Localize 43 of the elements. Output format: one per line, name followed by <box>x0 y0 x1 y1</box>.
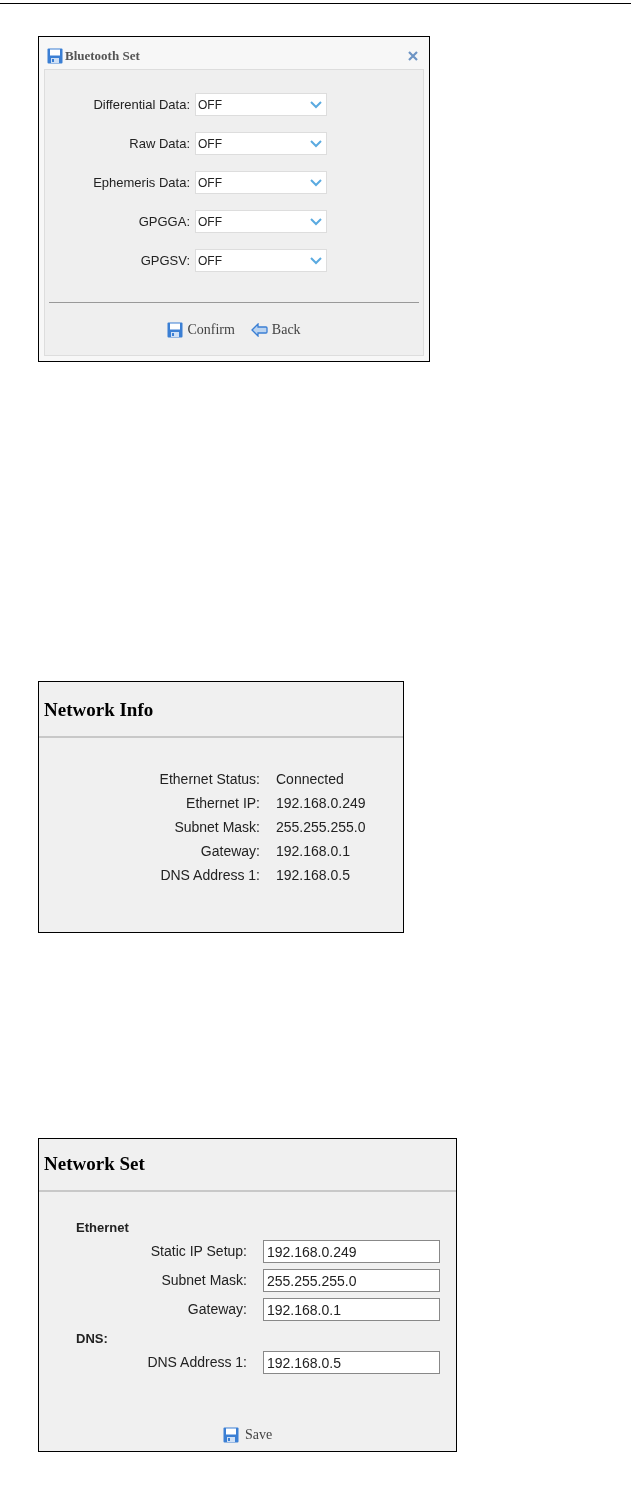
close-icon[interactable] <box>408 50 418 61</box>
section-heading: Ethernet <box>76 1219 130 1236</box>
chevron-down-icon <box>310 100 322 109</box>
info-value: 255.255.255.0 <box>276 817 366 837</box>
info-label: Subnet Mask: <box>173 817 260 837</box>
field-label: Gateway: <box>186 1300 247 1319</box>
info-label: Ethernet IP: <box>185 793 260 813</box>
input-field[interactable]: 192.168.0.249 <box>263 1240 440 1263</box>
panel-title: Network Info <box>44 697 154 722</box>
input-field[interactable]: 192.168.0.5 <box>263 1351 440 1374</box>
field-label: Differential Data: <box>92 95 191 114</box>
field-label: Raw Data: <box>128 134 191 153</box>
info-value: 192.168.0.5 <box>276 865 350 885</box>
save-button[interactable]: Save <box>222 1424 273 1445</box>
dropdown[interactable]: OFF <box>195 249 327 272</box>
field-label: GPGGA: <box>137 212 191 231</box>
confirm-button[interactable]: Confirm <box>167 319 235 340</box>
chevron-down-icon <box>310 178 322 187</box>
chevron-down-icon <box>310 256 322 265</box>
field-label: Ephemeris Data: <box>92 173 191 192</box>
chevron-down-icon <box>310 139 322 148</box>
panel-title: Network Set <box>44 1151 145 1176</box>
back-button[interactable]: Back <box>250 319 301 340</box>
info-value: 192.168.0.1 <box>276 841 350 861</box>
input-field[interactable]: 192.168.0.1 <box>263 1298 440 1321</box>
dropdown[interactable]: OFF <box>195 93 327 116</box>
field-label: Subnet Mask: <box>160 1271 247 1290</box>
dropdown[interactable]: OFF <box>195 132 327 155</box>
input-field[interactable]: 255.255.255.0 <box>263 1269 440 1292</box>
dialog-title: Bluetooth Set <box>65 46 140 65</box>
info-value: 192.168.0.249 <box>276 793 366 813</box>
field-label: DNS Address 1: <box>146 1353 247 1372</box>
chevron-down-icon <box>310 217 322 226</box>
field-label: Static IP Setup: <box>149 1242 247 1261</box>
dropdown[interactable]: OFF <box>195 171 327 194</box>
info-label: Gateway: <box>199 841 260 861</box>
field-label: GPGSV: <box>139 251 191 270</box>
info-value: Connected <box>276 769 344 789</box>
section-heading: DNS: <box>76 1330 109 1347</box>
dropdown[interactable]: OFF <box>195 210 327 233</box>
info-label: Ethernet Status: <box>158 769 260 789</box>
left-arrow-icon <box>250 322 268 337</box>
info-label: DNS Address 1: <box>159 865 260 885</box>
